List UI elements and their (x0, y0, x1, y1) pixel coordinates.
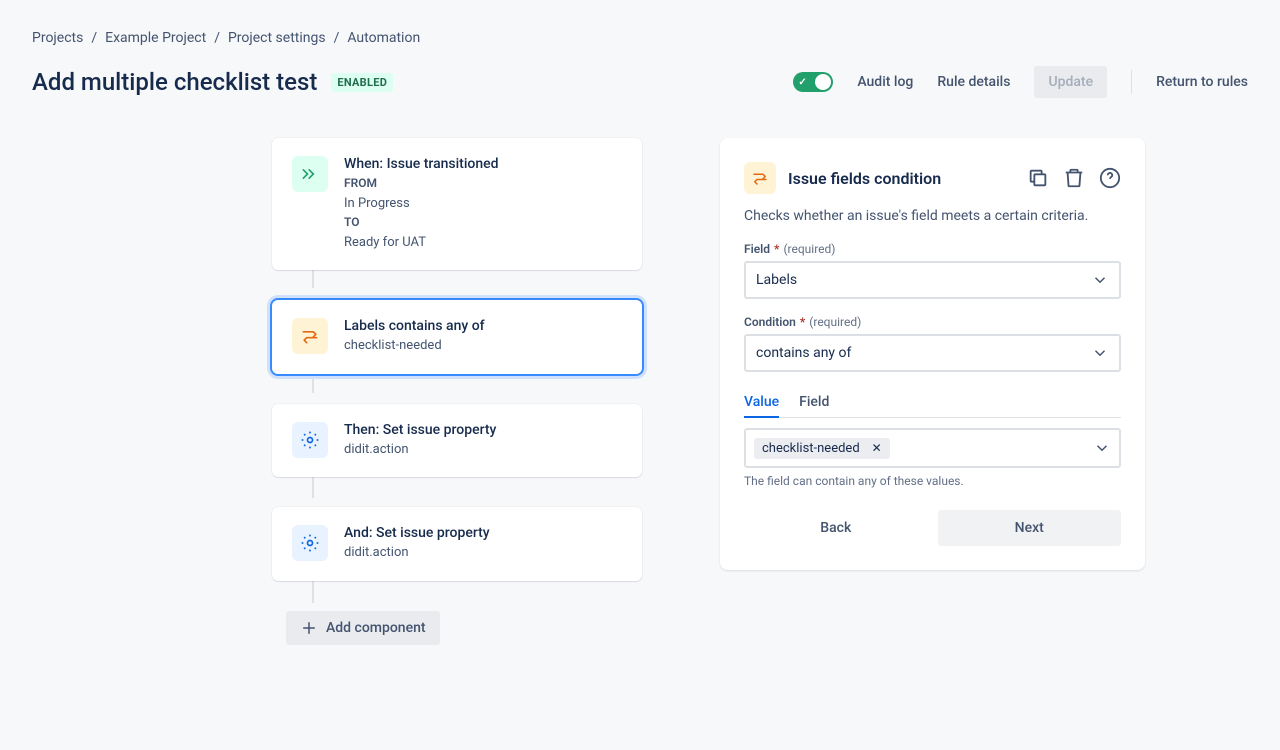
copy-icon[interactable] (1027, 167, 1049, 189)
breadcrumb-sep: / (214, 30, 220, 46)
status-badge: ENABLED (331, 73, 393, 92)
chip-remove-icon[interactable]: ✕ (866, 441, 888, 455)
help-text: The field can contain any of these value… (744, 474, 1121, 488)
breadcrumb-project[interactable]: Example Project (105, 30, 206, 46)
add-component-button[interactable]: Add component (286, 611, 440, 645)
condition-select[interactable]: contains any of (744, 334, 1121, 372)
breadcrumb-sep: / (334, 30, 340, 46)
trash-icon[interactable] (1063, 167, 1085, 189)
action-card-1[interactable]: Then: Set issue property didit.action (272, 404, 642, 478)
trigger-title: When: Issue transitioned (344, 156, 622, 172)
panel-description: Checks whether an issue's field meets a … (744, 208, 1121, 224)
value-chip: checklist-needed ✕ (754, 438, 890, 459)
chevron-down-icon (1091, 271, 1109, 289)
breadcrumb: Projects / Example Project / Project set… (32, 30, 1248, 46)
field-select[interactable]: Labels (744, 261, 1121, 299)
value-field-tabs: Value Field (744, 388, 1121, 418)
next-button[interactable]: Next (938, 510, 1122, 546)
value-multiselect[interactable]: checklist-needed ✕ (744, 428, 1121, 468)
breadcrumb-projects[interactable]: Projects (32, 30, 83, 46)
page-header: Add multiple checklist test ENABLED ✓ Au… (32, 66, 1248, 98)
update-button: Update (1034, 66, 1107, 98)
breadcrumb-sep: / (91, 30, 97, 46)
action-card-2[interactable]: And: Set issue property didit.action (272, 507, 642, 581)
chevron-down-icon (1091, 344, 1109, 362)
chevron-down-icon (1093, 439, 1111, 457)
tab-field[interactable]: Field (799, 388, 829, 417)
action-icon (292, 525, 328, 561)
condition-label: Condition * (required) (744, 315, 1121, 329)
trigger-icon (292, 156, 328, 192)
panel-icon (744, 162, 776, 194)
tab-value[interactable]: Value (744, 388, 779, 418)
audit-log-link[interactable]: Audit log (857, 74, 913, 90)
trigger-card[interactable]: When: Issue transitioned FROM In Progres… (272, 138, 642, 270)
check-icon: ✓ (798, 77, 806, 88)
config-panel: Issue fields condition Checks whether an… (720, 138, 1145, 570)
return-to-rules-link[interactable]: Return to rules (1156, 74, 1248, 90)
page-title: Add multiple checklist test (32, 68, 317, 96)
panel-title: Issue fields condition (788, 169, 1015, 188)
trigger-detail: FROM In Progress TO Ready for UAT (344, 174, 622, 252)
condition-card[interactable]: Labels contains any of checklist-needed (272, 300, 642, 374)
action-title: Then: Set issue property (344, 422, 622, 438)
breadcrumb-settings[interactable]: Project settings (228, 30, 326, 46)
breadcrumb-automation[interactable]: Automation (347, 30, 420, 46)
toggle-knob (815, 74, 831, 90)
help-icon[interactable] (1099, 167, 1121, 189)
action-title: And: Set issue property (344, 525, 622, 541)
plus-icon (300, 619, 318, 637)
divider (1131, 70, 1132, 94)
rule-flow: When: Issue transitioned FROM In Progres… (32, 138, 672, 645)
condition-icon (292, 318, 328, 354)
action-icon (292, 422, 328, 458)
rule-details-link[interactable]: Rule details (937, 74, 1010, 90)
action-sub: didit.action (344, 543, 622, 563)
condition-title: Labels contains any of (344, 318, 622, 334)
back-button[interactable]: Back (744, 510, 928, 546)
condition-sub: checklist-needed (344, 336, 622, 356)
action-sub: didit.action (344, 440, 622, 460)
field-label: Field * (required) (744, 242, 1121, 256)
enabled-toggle[interactable]: ✓ (793, 72, 833, 92)
